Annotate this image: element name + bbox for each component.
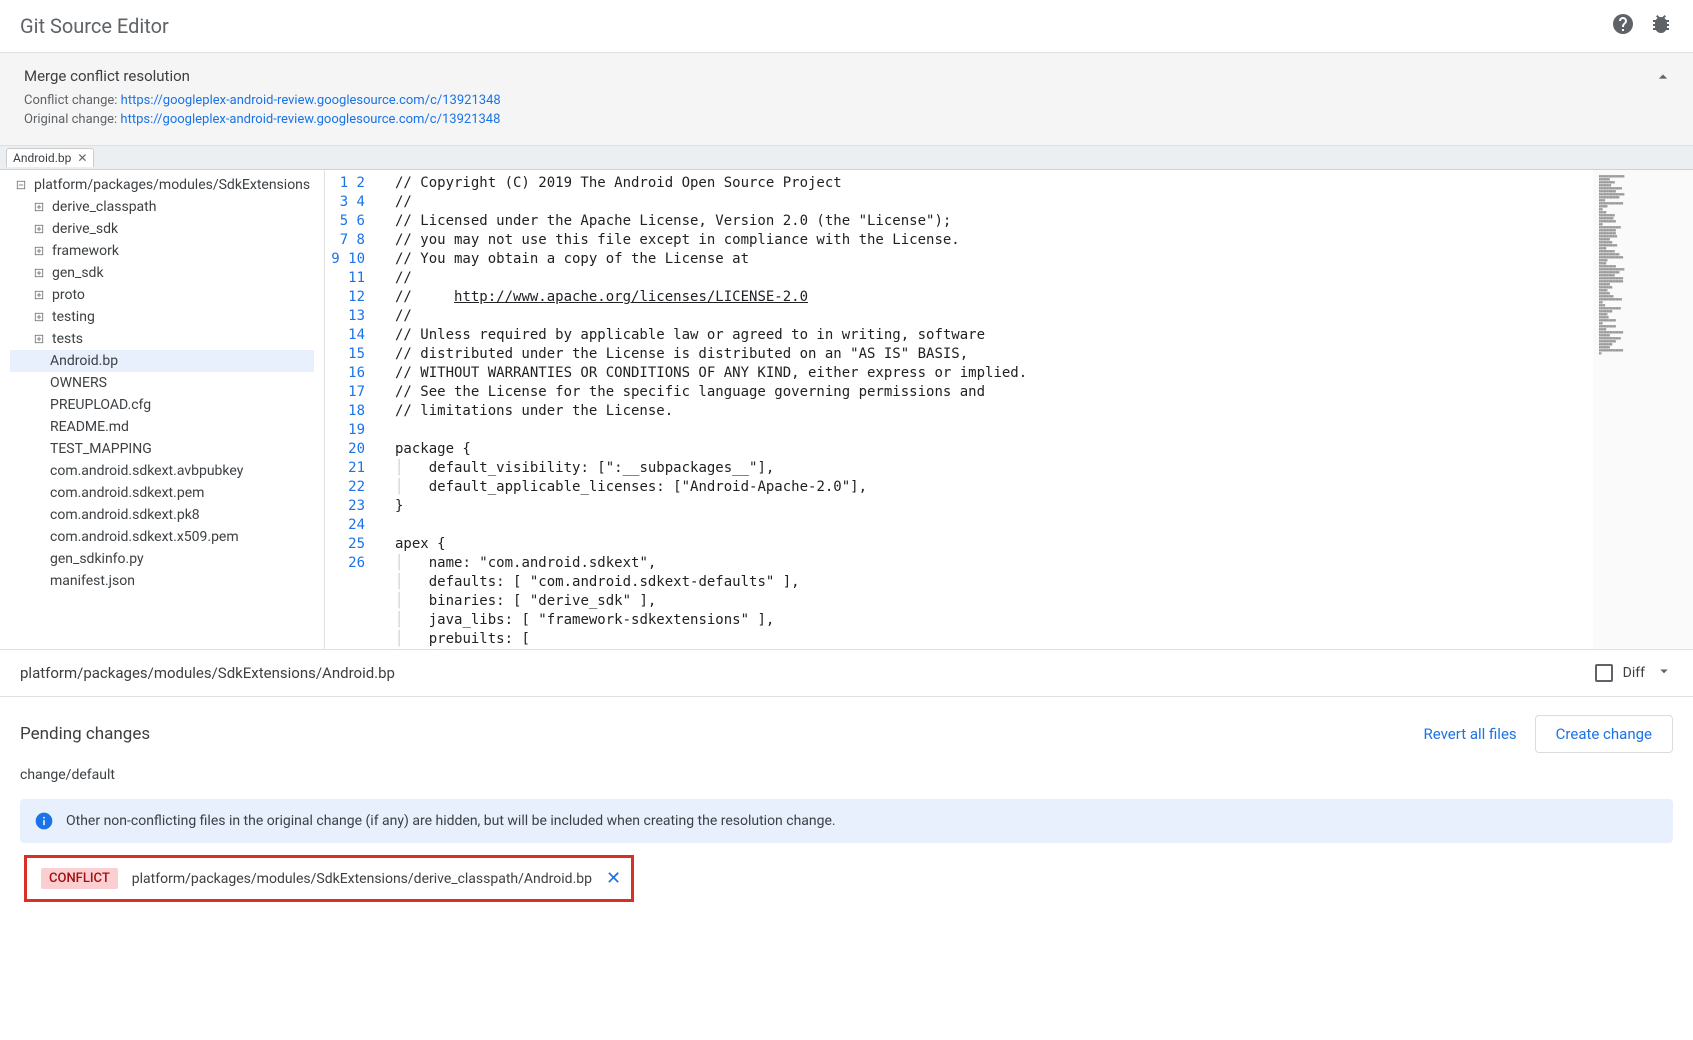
minimap[interactable]: █████████████████████ █████████ ████████… [1593, 170, 1693, 649]
filepath-bar: platform/packages/modules/SdkExtensions/… [0, 650, 1693, 697]
conflict-change-label: Conflict change: [24, 93, 117, 108]
tree-file[interactable]: README.md [10, 416, 314, 438]
conflict-filepath[interactable]: platform/packages/modules/SdkExtensions/… [132, 871, 592, 887]
info-text: Other non-conflicting files in the origi… [66, 813, 836, 829]
info-banner: Other non-conflicting files in the origi… [20, 799, 1673, 843]
tree-folder[interactable]: framework [10, 240, 314, 262]
tree-file[interactable]: OWNERS [10, 372, 314, 394]
tree-file[interactable]: com.android.sdkext.pk8 [10, 504, 314, 526]
code-editor[interactable]: 1 2 3 4 5 6 7 8 9 10 11 12 13 14 15 16 1… [325, 170, 1693, 649]
diff-checkbox[interactable] [1595, 664, 1613, 682]
tree-folder[interactable]: gen_sdk [10, 262, 314, 284]
bug-icon[interactable] [1649, 12, 1673, 40]
diff-label: Diff [1623, 665, 1645, 681]
tree-file[interactable]: manifest.json [10, 570, 314, 592]
help-icon[interactable] [1611, 12, 1635, 40]
original-change-link[interactable]: https://googleplex-android-review.google… [120, 112, 500, 127]
conflict-change-link[interactable]: https://googleplex-android-review.google… [121, 93, 501, 108]
tree-file[interactable]: com.android.sdkext.avbpubkey [10, 460, 314, 482]
tree-file[interactable]: gen_sdkinfo.py [10, 548, 314, 570]
change-branch-label: change/default [20, 767, 1673, 783]
tree-folder[interactable]: testing [10, 306, 314, 328]
app-header: Git Source Editor [0, 0, 1693, 53]
merge-conflict-panel: Merge conflict resolution Conflict chang… [0, 53, 1693, 146]
pending-title: Pending changes [20, 724, 1424, 744]
conflict-file-row: CONFLICT platform/packages/modules/SdkEx… [24, 855, 634, 902]
merge-title: Merge conflict resolution [24, 67, 1669, 85]
current-filepath: platform/packages/modules/SdkExtensions/… [20, 664, 1595, 682]
tree-file[interactable]: Android.bp [10, 350, 314, 372]
close-tab-icon[interactable]: ✕ [77, 151, 87, 165]
tree-folder[interactable]: derive_sdk [10, 218, 314, 240]
pending-changes-section: Pending changes Revert all files Create … [0, 697, 1693, 938]
tree-file[interactable]: com.android.sdkext.pem [10, 482, 314, 504]
create-change-button[interactable]: Create change [1535, 715, 1673, 753]
collapse-panel-icon[interactable] [1653, 67, 1673, 91]
code-content[interactable]: // Copyright (C) 2019 The Android Open S… [375, 170, 1593, 649]
editor-tabbar: Android.bp ✕ [0, 146, 1693, 170]
tree-folder[interactable]: tests [10, 328, 314, 350]
tree-folder[interactable]: derive_classpath [10, 196, 314, 218]
workspace: platform/packages/modules/SdkExtensionsd… [0, 170, 1693, 650]
file-tree[interactable]: platform/packages/modules/SdkExtensionsd… [0, 170, 325, 649]
conflict-badge: CONFLICT [41, 868, 118, 889]
tree-file[interactable]: PREUPLOAD.cfg [10, 394, 314, 416]
tree-file[interactable]: TEST_MAPPING [10, 438, 314, 460]
info-icon [34, 811, 54, 831]
app-title: Git Source Editor [20, 14, 1611, 38]
line-gutter: 1 2 3 4 5 6 7 8 9 10 11 12 13 14 15 16 1… [325, 170, 375, 649]
file-tab[interactable]: Android.bp ✕ [6, 148, 94, 167]
discard-conflict-icon[interactable]: ✕ [606, 868, 621, 889]
original-change-label: Original change: [24, 112, 117, 127]
tree-file[interactable]: com.android.sdkext.x509.pem [10, 526, 314, 548]
diff-menu-icon[interactable] [1655, 662, 1673, 684]
tree-root[interactable]: platform/packages/modules/SdkExtensions [10, 174, 314, 196]
file-tab-label: Android.bp [13, 151, 71, 165]
revert-all-button[interactable]: Revert all files [1424, 725, 1517, 743]
tree-folder[interactable]: proto [10, 284, 314, 306]
